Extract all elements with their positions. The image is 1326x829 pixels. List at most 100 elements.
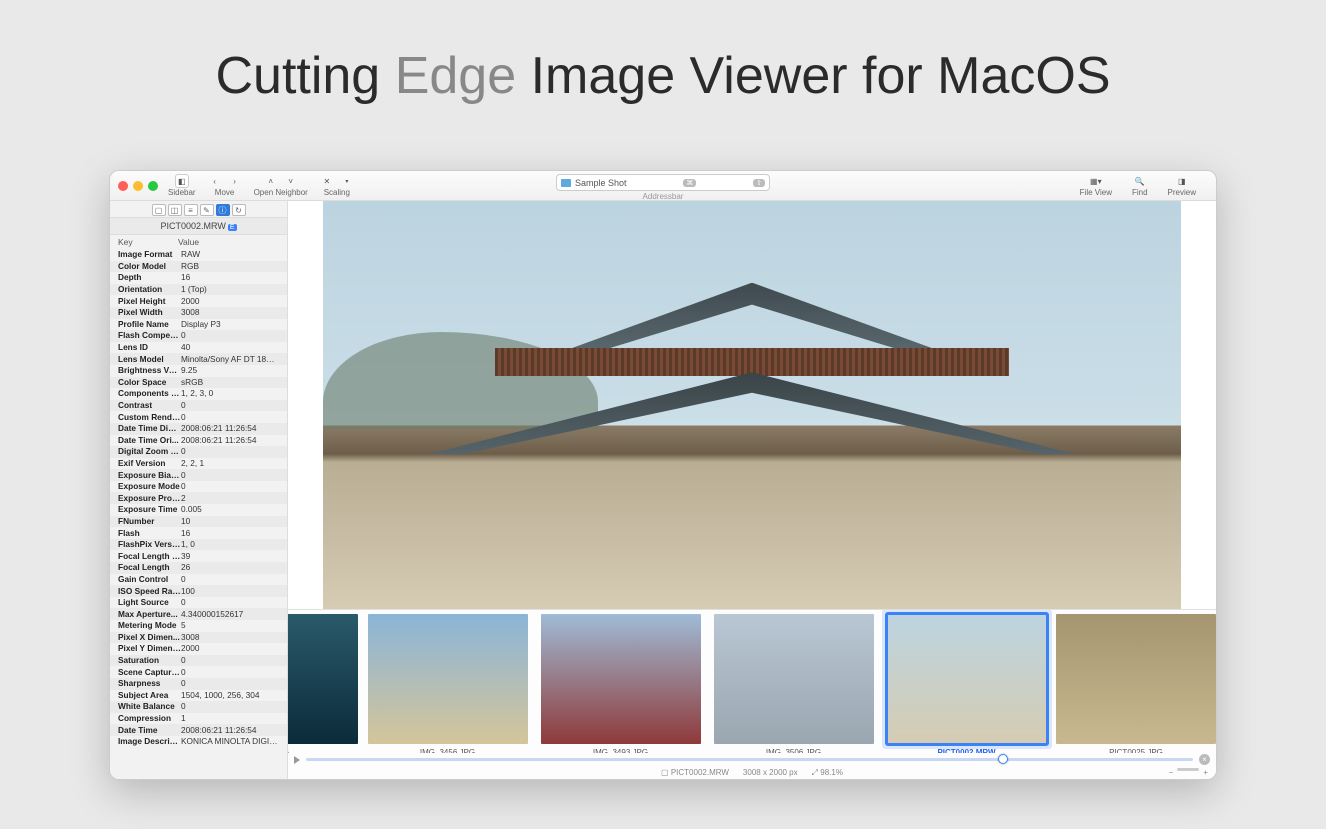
thumbnail-item[interactable]: PICT0002.MRW xyxy=(883,614,1050,753)
metadata-key: White Balance xyxy=(118,701,181,712)
metadata-key: Scene Capture... xyxy=(118,667,181,678)
zoom-minus-icon[interactable]: − xyxy=(1169,768,1174,777)
metadata-key: Subject Area xyxy=(118,690,181,701)
scaling-icon[interactable]: ✕ xyxy=(320,174,334,188)
metadata-value: 100 xyxy=(181,586,279,597)
metadata-value: 1, 2, 3, 0 xyxy=(181,388,279,399)
metadata-list[interactable]: Image FormatRAWColor ModelRGBDepth16Orie… xyxy=(110,249,287,779)
thumbnail-item[interactable]: PICT0025.JPG xyxy=(1056,614,1216,753)
zoom-plus-icon[interactable]: + xyxy=(1203,768,1208,777)
metadata-row: Date Time Ori...2008:06:21 11:26:54 xyxy=(110,435,287,447)
metadata-value: 2 xyxy=(181,493,279,504)
toolbar-find-group[interactable]: 🔍 Find xyxy=(1132,174,1148,197)
metadata-key: Pixel Width xyxy=(118,307,181,318)
chevron-left-icon[interactable]: ‹ xyxy=(208,174,222,188)
metadata-row: Pixel Width3008 xyxy=(110,307,287,319)
app-window: ◧ Sidebar ‹ › Move ˄ ˅ Open Neighbor ✕ ▾… xyxy=(109,170,1217,780)
metadata-row: Components C...1, 2, 3, 0 xyxy=(110,388,287,400)
metadata-value: 16 xyxy=(181,272,279,283)
metadata-header: Key Value xyxy=(110,235,287,249)
search-icon[interactable]: 🔍 xyxy=(1133,174,1147,188)
metadata-row: Image Descrip...KONICA MINOLTA DIGITAL C… xyxy=(110,736,287,748)
metadata-key: Lens ID xyxy=(118,342,181,353)
metadata-key: Gain Control xyxy=(118,574,181,585)
metadata-key: Exposure Bias... xyxy=(118,470,181,481)
sidebar-tab-list-icon[interactable]: ≡ xyxy=(184,204,198,216)
toolbar-preview-group[interactable]: ◨ Preview xyxy=(1168,174,1196,197)
status-zoom: ⤢ 98.1% xyxy=(812,768,843,778)
metadata-row: Pixel X Dimen...3008 xyxy=(110,632,287,644)
chevron-down-icon[interactable]: ▾ xyxy=(340,174,354,188)
thumbnail-item[interactable]: IMG_3506.JPG xyxy=(710,614,877,753)
sidebar-tab-image-icon[interactable]: ▢ xyxy=(152,204,166,216)
metadata-key: FlashPix Version xyxy=(118,539,181,550)
thumbnail-image[interactable] xyxy=(368,614,528,744)
sidebar-icon[interactable]: ◧ xyxy=(175,174,189,188)
metadata-row: Brightness Val...9.25 xyxy=(110,365,287,377)
fullscreen-icon[interactable] xyxy=(148,181,158,191)
addressbar[interactable]: Sample Shot ⌘ ⇧ xyxy=(556,174,770,191)
metadata-key: Image Descrip... xyxy=(118,736,181,747)
metadata-key: Exposure Prog... xyxy=(118,493,181,504)
thumbnail-item[interactable]: IMG_3493.JPG xyxy=(537,614,704,753)
metadata-value: 1504, 1000, 256, 304 xyxy=(181,690,279,701)
metadata-value: 1, 0 xyxy=(181,539,279,550)
toolbar-move-group[interactable]: ‹ › Move xyxy=(208,174,242,197)
sidebar-tab-photo-icon[interactable]: ◫ xyxy=(168,204,182,216)
metadata-key: Flash xyxy=(118,528,181,539)
sidebar-tab-adjust-icon[interactable]: ✎ xyxy=(200,204,214,216)
metadata-key: Date Time xyxy=(118,725,181,736)
chevron-right-icon[interactable]: › xyxy=(228,174,242,188)
metadata-row: Custom Rende...0 xyxy=(110,411,287,423)
thumbnail-image[interactable] xyxy=(714,614,874,744)
thumbnail-image[interactable] xyxy=(541,614,701,744)
metadata-row: FlashPix Version1, 0 xyxy=(110,539,287,551)
thumbnail-item[interactable]: 9.JPG xyxy=(288,614,358,753)
preview-icon[interactable]: ◨ xyxy=(1175,174,1189,188)
metadata-value: 1 xyxy=(181,713,279,724)
metadata-value: Display P3 xyxy=(181,319,279,330)
metadata-key: Date Time Ori... xyxy=(118,435,181,446)
metadata-row: Subject Area1504, 1000, 256, 304 xyxy=(110,690,287,702)
metadata-key: Pixel X Dimen... xyxy=(118,632,181,643)
thumbnail-image[interactable] xyxy=(887,614,1047,744)
close-icon[interactable] xyxy=(118,181,128,191)
toolbar-open-neighbor-group[interactable]: ˄ ˅ Open Neighbor xyxy=(254,174,308,197)
toolbar-scaling-group[interactable]: ✕ ▾ Scaling xyxy=(320,174,354,197)
sidebar-tab-info-icon[interactable]: ⓘ xyxy=(216,204,230,216)
scrubber-track[interactable] xyxy=(306,758,1193,761)
sidebar-tab-history-icon[interactable]: ↻ xyxy=(232,204,246,216)
metadata-value: 2000 xyxy=(181,296,279,307)
thumbnail-image[interactable] xyxy=(288,614,358,744)
metadata-key: Focal Length xyxy=(118,562,181,573)
toolbar-fileview-group[interactable]: ▦▾ File View xyxy=(1080,174,1112,197)
image-canvas[interactable] xyxy=(288,201,1216,609)
thumbnail-item[interactable]: IMG_3456.JPG xyxy=(364,614,531,753)
scrubber-knob[interactable] xyxy=(998,754,1008,764)
metadata-row: Exposure Time0.005 xyxy=(110,504,287,516)
sidebar-filename: PICT0002.MRWE xyxy=(110,218,287,235)
thumbnail-image[interactable] xyxy=(1056,614,1216,744)
metadata-value: RGB xyxy=(181,261,279,272)
metadata-row: Exif Version2, 2, 1 xyxy=(110,458,287,470)
zoom-slider[interactable] xyxy=(1177,768,1199,771)
metadata-row: Saturation0 xyxy=(110,655,287,667)
minimize-icon[interactable] xyxy=(133,181,143,191)
metadata-value: 2008:06:21 11:26:54 xyxy=(181,435,279,446)
close-icon[interactable]: × xyxy=(1199,754,1210,765)
metadata-value: RAW xyxy=(181,249,279,260)
folder-icon xyxy=(561,179,571,187)
main-area: 9.JPGIMG_3456.JPGIMG_3493.JPGIMG_3506.JP… xyxy=(288,201,1216,779)
thumbnail-strip: 9.JPGIMG_3456.JPGIMG_3493.JPGIMG_3506.JP… xyxy=(288,609,1216,779)
grid-icon[interactable]: ▦▾ xyxy=(1089,174,1103,188)
chevron-up-icon[interactable]: ˄ xyxy=(264,174,278,188)
metadata-key: Profile Name xyxy=(118,319,181,330)
thumbnail-row[interactable]: 9.JPGIMG_3456.JPGIMG_3493.JPGIMG_3506.JP… xyxy=(288,610,1216,753)
metadata-row: Flash16 xyxy=(110,527,287,539)
play-icon[interactable] xyxy=(294,756,300,764)
toolbar-sidebar-group[interactable]: ◧ Sidebar xyxy=(168,174,196,197)
metadata-row: Digital Zoom R...0 xyxy=(110,446,287,458)
chevron-down-icon[interactable]: ˅ xyxy=(284,174,298,188)
metadata-value: 2000 xyxy=(181,643,279,654)
metadata-value: 39 xyxy=(181,551,279,562)
